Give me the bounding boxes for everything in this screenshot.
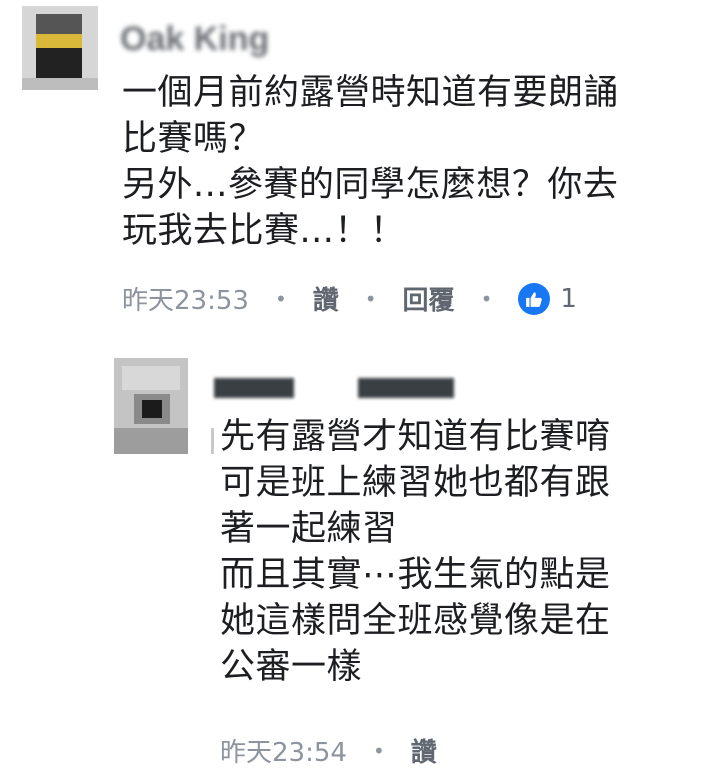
author-name-redacted[interactable] <box>358 378 454 398</box>
like-link[interactable]: 讚 <box>411 732 437 769</box>
text-caret <box>211 428 214 454</box>
avatar-pixel <box>36 34 82 48</box>
avatar-pixel <box>36 14 82 34</box>
avatar-pixel <box>122 366 180 390</box>
avatar[interactable] <box>114 358 188 454</box>
reaction-count[interactable]: 1 <box>560 284 577 314</box>
separator-dot: • <box>274 286 287 311</box>
comment-line: 而且其實⋯我生氣的點是 <box>220 555 611 595</box>
timestamp[interactable]: 昨天23:54 <box>220 732 347 769</box>
separator-dot: • <box>372 738 385 763</box>
avatar-pixel <box>114 428 188 454</box>
comment-body: 先有露營才知道有比賽唷 可是班上練習她也都有跟 著一起練習 而且其實⋯我生氣的點… <box>220 414 611 690</box>
avatar-pixel <box>36 48 82 78</box>
comment-line: 一個月前約露營時知道有要朗誦 <box>122 73 620 113</box>
comment-line: 先有露營才知道有比賽唷 <box>220 417 611 457</box>
separator-dot: • <box>364 286 377 311</box>
avatar-pixel <box>142 400 162 418</box>
comment-line: 比賽嗎？ <box>122 119 265 159</box>
comment-line: 公審一樣 <box>220 647 363 687</box>
comment-line: 另外...參賽的同學怎麼想？你去 <box>122 165 619 205</box>
comment-line: 她這樣問全班感覺像是在 <box>220 601 611 641</box>
avatar[interactable] <box>22 6 98 90</box>
comment-meta: 昨天23:54 • 讚 <box>220 732 463 769</box>
comment-line: 玩我去比賽...！！ <box>122 211 406 251</box>
comment-body: 一個月前約露營時知道有要朗誦 比賽嗎？ 另外...參賽的同學怎麼想？你去 玩我去… <box>122 70 619 254</box>
comment-line: 著一起練習 <box>220 509 398 549</box>
timestamp[interactable]: 昨天23:53 <box>122 280 249 317</box>
author-name-redacted[interactable] <box>214 378 294 398</box>
separator-dot: • <box>480 286 493 311</box>
avatar-pixel <box>22 78 98 90</box>
thumbs-up-icon[interactable] <box>518 282 551 315</box>
like-link[interactable]: 讚 <box>313 280 339 317</box>
author-name[interactable]: Oak King <box>120 20 269 59</box>
comment-meta: 昨天23:53 • 讚 • 回覆 • 1 <box>122 280 577 317</box>
reply-link[interactable]: 回覆 <box>403 280 455 317</box>
comment-line: 可是班上練習她也都有跟 <box>220 463 611 503</box>
